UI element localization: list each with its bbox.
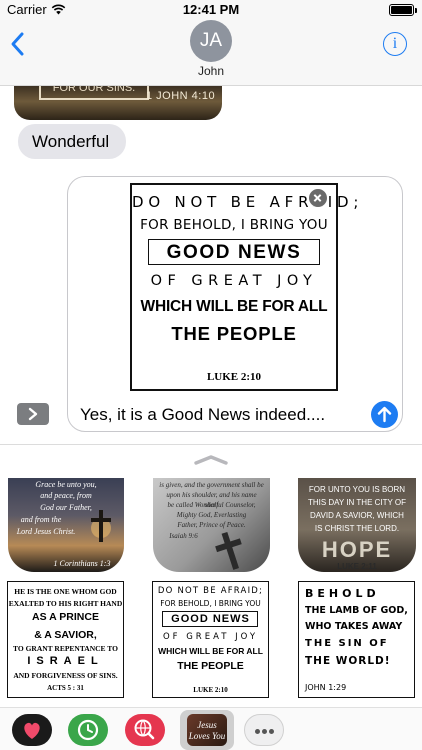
sticker-line: TO GRANT REPENTANCE TO [13, 644, 118, 653]
ellipsis-dot-icon [255, 729, 260, 734]
digital-touch-app-button[interactable] [12, 714, 52, 746]
sticker-line: AND FORGIVENESS OF SINS. [13, 671, 118, 680]
contact-avatar[interactable]: JA [190, 20, 232, 62]
sticker-line: OF GREAT JOY [150, 273, 318, 289]
sticker-line: DAVID A SAVIOR, WHICH [310, 511, 404, 520]
sticker-app-thumbnail: Jesus Loves You [187, 714, 227, 746]
sticker-line: HE IS THE ONE WHOM GOD [14, 587, 117, 596]
sticker-reference: LUKE 2:10 [193, 686, 228, 694]
conversation-header: Carrier 12:41 PM JA John i [0, 0, 422, 86]
cross-icon [215, 531, 242, 570]
sticker-line: GOOD NEWS [166, 242, 302, 263]
sticker-line: AS A PRINCE [32, 611, 99, 623]
recents-app-button[interactable] [68, 714, 108, 746]
sticker-acts-5-31[interactable]: HE IS THE ONE WHOM GOD EXALTED TO HIS RI… [7, 581, 124, 698]
status-bar: Carrier 12:41 PM [0, 0, 422, 20]
sticker-line: THE PEOPLE [171, 323, 297, 344]
previous-sticker-message[interactable]: FOR OUR SINS. 1 JOHN 4:10 [14, 86, 222, 120]
send-button[interactable] [371, 401, 398, 428]
sticker-grace-and-peace[interactable]: Grace be unto you, and peace, from God o… [8, 478, 124, 572]
globe-search-icon [134, 719, 155, 740]
message-input[interactable] [80, 403, 360, 427]
sticker-word: HOPE [321, 537, 393, 562]
sticker-line: Father, Prince of Peace. [177, 521, 246, 529]
sticker-line: BEHOLD [305, 587, 380, 600]
heart-icon [24, 722, 40, 739]
sticker-line: Grace be unto you, [35, 480, 97, 489]
sticker-line: THE LAMB OF GOD, [305, 605, 408, 616]
sticker-line: WHO TAKES AWAY [305, 621, 403, 632]
sticker-line: OF GREAT JOY [162, 632, 259, 642]
sticker-line: FOR BEHOLD, I BRING YOU [160, 599, 261, 608]
sticker-reference: LUKE 2:10 [206, 371, 262, 383]
sticker-line: be called Wonderful Counselor, [167, 501, 256, 509]
sticker-reference: Isaiah 9:6 [169, 532, 198, 540]
sticker-line: and from the [20, 515, 62, 524]
battery-icon [389, 4, 417, 16]
sticker-line: THIS DAY IN THE CITY OF [307, 498, 407, 507]
sticker-line: THE SIN OF [305, 638, 389, 649]
expand-apps-button[interactable] [17, 403, 49, 425]
sticker-line: IS CHRIST THE LORD. [314, 524, 400, 533]
sticker-line: & A SAVIOR, [34, 629, 97, 641]
sticker-line: ISRAEL [27, 655, 104, 667]
previous-sticker-frame: FOR OUR SINS. [39, 86, 149, 100]
sticker-line: WHICH WILL BE FOR ALL [140, 298, 328, 315]
clock-icon [77, 719, 99, 741]
remove-attachment-button[interactable] [308, 188, 328, 208]
compose-field[interactable]: DO NOT BE AFRAID; FOR BEHOLD, I BRING YO… [67, 176, 403, 432]
sticker-line: Lord Jesus Christ. [16, 527, 76, 536]
contact-name[interactable]: John [0, 64, 422, 78]
sticker-reference: 1 Corinthians 1:3 [53, 559, 111, 568]
more-apps-button[interactable] [244, 714, 284, 746]
app-strip: Jesus Loves You [0, 707, 422, 750]
sticker-reference: JOHN 1:29 [305, 683, 347, 692]
sticker-luke-2-10[interactable]: DO NOT BE AFRAID; FOR BEHOLD, I BRING YO… [152, 581, 269, 698]
images-search-app-button[interactable] [125, 714, 165, 746]
sticker-line: is given, and the government shall be [159, 481, 264, 489]
ellipsis-dot-icon [262, 729, 267, 734]
sticker-luke-2-11[interactable]: FOR UNTO YOU IS BORN THIS DAY IN THE CIT… [298, 478, 416, 572]
sticker-line: THE PEOPLE [177, 660, 244, 672]
sticker-line: DO NOT BE AFRAID; [132, 193, 364, 211]
sticker-line: DO NOT BE AFRAID; [157, 586, 264, 596]
sticker-john-1-29[interactable]: BEHOLD THE LAMB OF GOD, WHO TAKES AWAY T… [298, 581, 415, 698]
attached-sticker[interactable]: DO NOT BE AFRAID; FOR BEHOLD, I BRING YO… [130, 183, 364, 391]
cross-icon [91, 510, 111, 542]
back-chevron-icon[interactable] [8, 30, 28, 58]
previous-sticker-reference: 1 JOHN 4:10 [146, 90, 216, 102]
sticker-line: THE WORLD! [305, 655, 391, 667]
current-sticker-app-button[interactable]: Jesus Loves You [180, 710, 234, 750]
arrow-up-icon [377, 406, 392, 423]
sticker-reference: LUKE 2:11 [337, 562, 377, 571]
sticker-line: Mighty God, Everlasting [176, 511, 247, 519]
sticker-line: FOR BEHOLD, I BRING YOU [140, 217, 328, 233]
sticker-line: GOOD NEWS [171, 613, 250, 625]
sticker-isaiah-9-6[interactable]: is given, and the government shall be up… [153, 478, 270, 572]
sticker-line: and peace, from [40, 491, 92, 500]
clock: 12:41 PM [182, 2, 240, 17]
sticker-line: FOR UNTO YOU IS BORN [308, 485, 406, 494]
sticker-line: EXALTED TO HIS RIGHT HAND [8, 599, 123, 608]
ellipsis-dot-icon [269, 729, 274, 734]
drawer-handle-icon[interactable] [193, 454, 229, 466]
sticker-reference: ACTS 5 : 31 [47, 684, 84, 692]
info-button[interactable]: i [383, 32, 407, 56]
chevron-right-icon [28, 407, 38, 421]
previous-sticker-text: FOR OUR SINS. [52, 86, 136, 94]
sticker-line: WHICH WILL BE FOR ALL [158, 646, 263, 656]
received-message-bubble[interactable]: Wonderful [18, 124, 126, 159]
